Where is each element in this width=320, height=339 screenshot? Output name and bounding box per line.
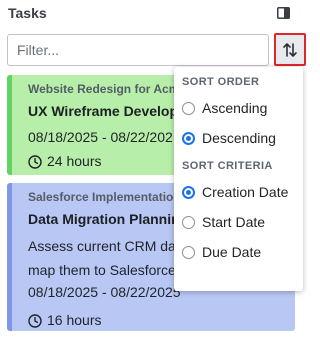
task-hours: 24 hours [47, 153, 102, 169]
sort-criteria-heading: SORT CRITERIA [182, 160, 273, 172]
option-label: Start Date [202, 214, 266, 230]
panel-toggle-icon[interactable] [275, 6, 291, 20]
option-label: Creation Date [202, 184, 289, 200]
sort-criteria-start-date[interactable]: Start Date [174, 207, 303, 237]
sort-order-ascending[interactable]: Ascending [174, 93, 303, 123]
task-hours-row: 16 hours [28, 312, 295, 329]
sort-order-descending[interactable]: Descending [174, 123, 303, 153]
sort-criteria-due-date[interactable]: Due Date [174, 237, 303, 267]
task-hours: 16 hours [47, 312, 102, 328]
sort-order-heading: SORT ORDER [182, 76, 260, 88]
radio-unchecked[interactable] [182, 101, 195, 115]
radio-checked[interactable] [182, 185, 195, 199]
sort-arrows-icon [283, 42, 297, 57]
radio-unchecked[interactable] [182, 245, 195, 259]
sort-criteria-creation-date[interactable]: Creation Date [174, 177, 303, 207]
sort-button[interactable] [274, 33, 306, 66]
panel-title: Tasks [8, 5, 47, 21]
sort-menu: SORT ORDER Ascending Descending SORT CRI… [174, 67, 303, 291]
radio-checked[interactable] [182, 131, 195, 145]
tasks-panel: Tasks Website Redesign for Acme UX Wiref… [0, 0, 309, 339]
clock-icon [28, 154, 42, 169]
option-label: Descending [202, 130, 276, 146]
option-label: Due Date [202, 244, 262, 260]
filter-input[interactable] [7, 34, 269, 66]
clock-icon [28, 313, 42, 328]
option-label: Ascending [202, 100, 268, 116]
radio-unchecked[interactable] [182, 215, 195, 229]
